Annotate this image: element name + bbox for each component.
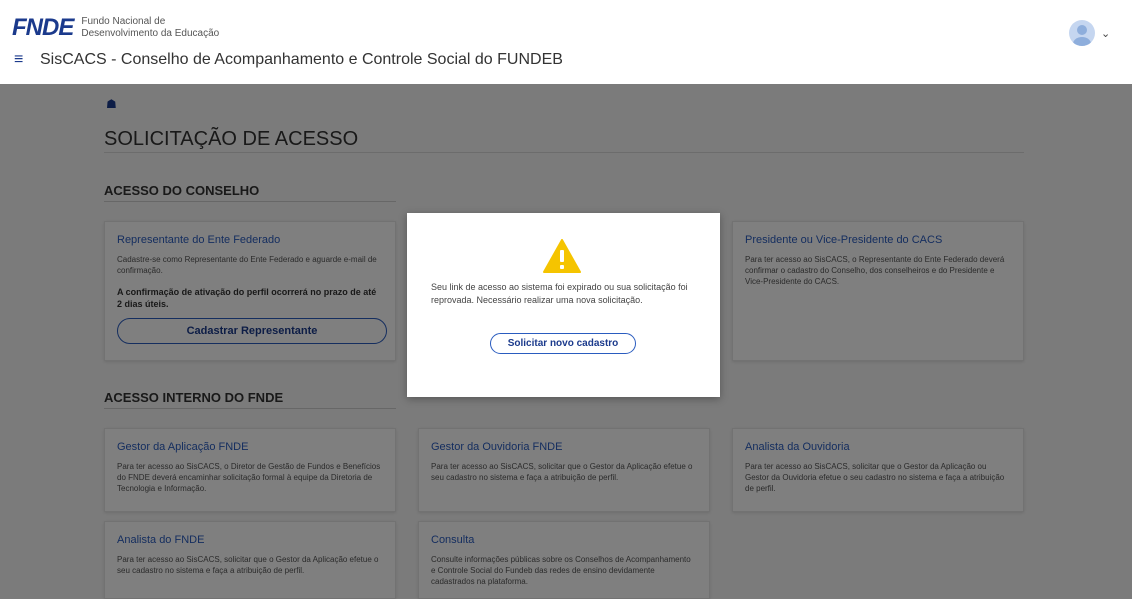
top-header: FNDE Fundo Nacional de Desenvolvimento d… [0, 0, 1132, 84]
avatar[interactable] [1069, 20, 1095, 46]
dialog-message: Seu link de acesso ao sistema foi expira… [431, 282, 688, 305]
user-menu[interactable]: ⌄ [1069, 20, 1110, 46]
solicitar-novo-cadastro-button[interactable]: Solicitar novo cadastro [490, 333, 636, 354]
avatar-body [1073, 37, 1091, 46]
avatar-head [1077, 25, 1087, 35]
app-bar: ≡ SisCACS - Conselho de Acompanhamento e… [14, 51, 563, 69]
expired-link-dialog: Seu link de acesso ao sistema foi expira… [407, 213, 720, 397]
fnde-logo[interactable]: FNDE Fundo Nacional de Desenvolvimento d… [12, 14, 219, 42]
app-title: SisCACS - Conselho de Acompanhamento e C… [40, 51, 563, 68]
logo-line-2: Desenvolvimento da Educação [81, 28, 220, 39]
warning-icon [543, 239, 581, 273]
logo-line-1: Fundo Nacional de [81, 16, 166, 27]
menu-icon[interactable]: ≡ [14, 51, 30, 69]
logo-text: Fundo Nacional de Desenvolvimento da Edu… [81, 16, 219, 40]
logo-mark: FNDE [12, 14, 74, 41]
chevron-down-icon[interactable]: ⌄ [1101, 27, 1110, 40]
